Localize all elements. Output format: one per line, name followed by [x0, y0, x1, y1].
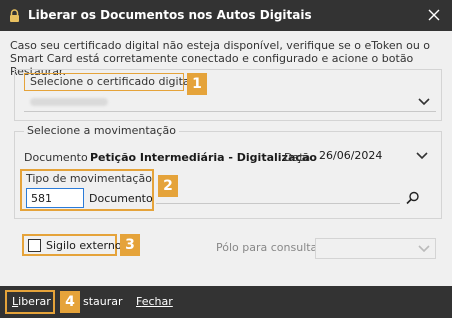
- window-title: Liberar os Documentos nos Autos Digitais: [28, 8, 312, 22]
- document-value: Petição Intermediária - Digitalização: [90, 151, 317, 164]
- padlock-app-icon: [10, 9, 19, 22]
- polo-label: Pólo para consulta: [216, 241, 318, 254]
- certificate-label: Selecione o certificado digital: [24, 73, 193, 91]
- sigilo-checkbox[interactable]: [28, 239, 41, 252]
- obscured-certificate-name: [30, 98, 108, 106]
- liberar-button[interactable]: Liberar: [12, 291, 51, 313]
- tipo-code-input[interactable]: [26, 188, 84, 208]
- liberar-dialog: Liberar os Documentos nos Autos Digitais…: [0, 0, 452, 318]
- search-icon[interactable]: [405, 190, 421, 206]
- close-icon[interactable]: [426, 7, 442, 23]
- date-value: 26/06/2024: [319, 149, 383, 162]
- movement-description-field: [156, 203, 400, 204]
- date-picker[interactable]: 26/06/2024: [316, 146, 434, 165]
- callout-badge-2: 2: [158, 175, 178, 197]
- sigilo-label[interactable]: Sigilo externo: [46, 239, 122, 252]
- polo-select[interactable]: [315, 238, 436, 259]
- document-label: Documento: [24, 151, 88, 164]
- sigilo-highlight: Sigilo externo: [22, 234, 122, 256]
- tipo-description: Documento: [89, 192, 153, 205]
- liberar-label: iberar: [18, 295, 51, 308]
- restaurar-button[interactable]: staurar: [83, 291, 123, 313]
- date-label: Data: [284, 151, 311, 164]
- movement-legend: Selecione a movimentação: [24, 124, 179, 137]
- title-bar: Liberar os Documentos nos Autos Digitais: [0, 0, 452, 31]
- fechar-label: echar: [141, 295, 173, 308]
- callout-badge-1: 1: [187, 73, 207, 95]
- callout-badge-3: 3: [120, 234, 140, 256]
- tipo-movimentacao-highlight: Tipo de movimentação Documento: [20, 169, 154, 211]
- fechar-button[interactable]: Fechar: [136, 291, 173, 313]
- dialog-content: Caso seu certificado digital não esteja …: [0, 31, 452, 286]
- chevron-down-icon: [416, 152, 428, 160]
- callout-badge-4: 4: [60, 291, 80, 313]
- tipo-movimentacao-label: Tipo de movimentação: [26, 172, 152, 185]
- certificate-select[interactable]: [24, 94, 436, 112]
- footer-bar: Liberar staurar Fechar 4: [0, 286, 452, 318]
- chevron-down-icon: [418, 245, 430, 253]
- chevron-down-icon: [418, 98, 430, 106]
